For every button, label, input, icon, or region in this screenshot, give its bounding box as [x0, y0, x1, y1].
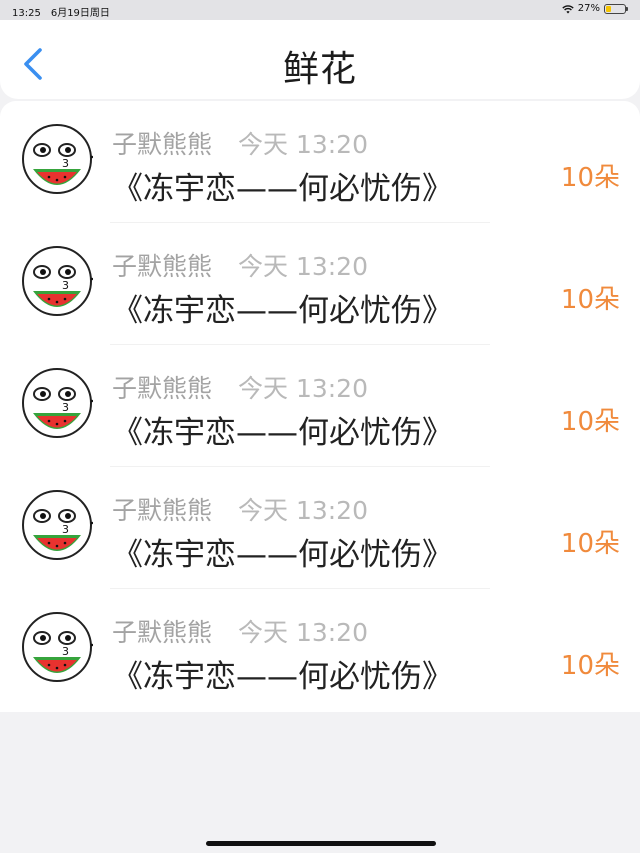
- item-title: 《冻宇恋——何必忧伤》: [112, 415, 453, 451]
- avatar[interactable]: 3: [21, 123, 93, 195]
- user-name: 子默熊熊: [112, 618, 213, 647]
- avatar[interactable]: 3: [21, 367, 93, 439]
- item-title: 《冻宇恋——何必忧伤》: [112, 659, 453, 695]
- list-item[interactable]: 3 子默熊熊 今天 13:20 《冻宇恋——何必忧伤》 10朵: [0, 589, 640, 711]
- timestamp: 今天 13:20: [238, 130, 368, 159]
- list-item[interactable]: 3 子默熊熊 今天 13:20 《冻宇恋——何必忧伤》 10朵: [0, 467, 640, 589]
- svg-text:3: 3: [62, 279, 69, 292]
- nav-bar: 鲜花: [0, 20, 640, 99]
- status-right: 27%: [562, 3, 628, 14]
- user-name: 子默熊熊: [112, 130, 213, 159]
- status-time: 13:25: [12, 8, 41, 19]
- avatar[interactable]: 3: [21, 611, 93, 683]
- flower-count: 10朵: [560, 529, 620, 559]
- list-item[interactable]: 3 子默熊熊 今天 13:20 《冻宇恋——何必忧伤》 10朵: [0, 345, 640, 467]
- timestamp: 今天 13:20: [238, 618, 368, 647]
- item-title: 《冻宇恋——何必忧伤》: [112, 293, 453, 329]
- svg-text:3: 3: [62, 401, 69, 414]
- timestamp: 今天 13:20: [238, 496, 368, 525]
- user-name: 子默熊熊: [112, 252, 213, 281]
- battery-tip: [626, 6, 628, 11]
- home-indicator[interactable]: [206, 841, 436, 846]
- item-title: 《冻宇恋——何必忧伤》: [112, 537, 453, 573]
- flower-count: 10朵: [560, 285, 620, 315]
- battery-icon: [604, 3, 628, 14]
- flower-list: 3 子默熊熊 今天 13:20 《冻宇恋——何必忧伤》 10朵 3 子默熊熊 今…: [0, 101, 640, 712]
- user-name: 子默熊熊: [112, 374, 213, 403]
- status-left: 13:25 6月19日周日: [12, 4, 110, 19]
- battery-level: [606, 5, 611, 12]
- avatar[interactable]: 3: [21, 489, 93, 561]
- flower-count: 10朵: [560, 651, 620, 681]
- flower-count: 10朵: [560, 407, 620, 437]
- avatar[interactable]: 3: [21, 245, 93, 317]
- battery-percentage: 27%: [577, 3, 600, 14]
- list-item[interactable]: 3 子默熊熊 今天 13:20 《冻宇恋——何必忧伤》 10朵: [0, 223, 640, 345]
- list-item[interactable]: 3 子默熊熊 今天 13:20 《冻宇恋——何必忧伤》 10朵: [0, 101, 640, 223]
- status-bar: 13:25 6月19日周日 27%: [0, 0, 640, 20]
- svg-text:3: 3: [62, 523, 69, 536]
- wifi-icon: [562, 4, 574, 13]
- status-date: 6月19日周日: [50, 8, 110, 19]
- timestamp: 今天 13:20: [238, 374, 368, 403]
- svg-text:3: 3: [62, 645, 69, 658]
- svg-text:3: 3: [62, 157, 69, 170]
- user-name: 子默熊熊: [112, 496, 213, 525]
- flower-count: 10朵: [560, 163, 620, 193]
- page-title: 鲜花: [282, 49, 357, 90]
- timestamp: 今天 13:20: [238, 252, 368, 281]
- item-title: 《冻宇恋——何必忧伤》: [112, 171, 453, 207]
